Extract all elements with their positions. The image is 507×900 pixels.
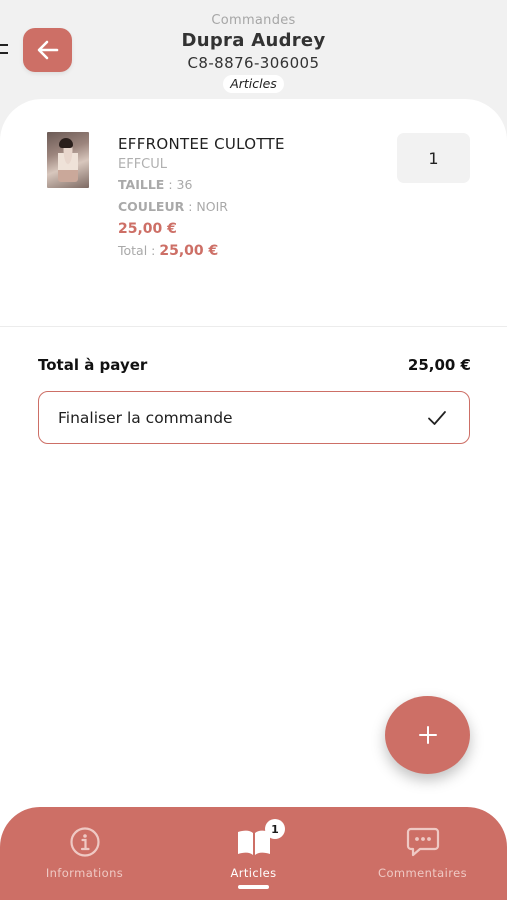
color-value: NOIR xyxy=(196,199,228,214)
tab-articles-label: Articles xyxy=(230,866,277,880)
check-icon xyxy=(428,410,446,425)
active-tab-indicator xyxy=(238,885,269,889)
add-article-button[interactable] xyxy=(385,696,470,774)
product-info: EFFRONTEE CULOTTE EFFCUL TAILLE : 36 COU… xyxy=(118,134,285,262)
product-total-label: Total : xyxy=(118,243,156,258)
info-icon xyxy=(69,827,100,857)
list-item[interactable]: EFFRONTEE CULOTTE EFFCUL TAILLE : 36 COU… xyxy=(0,99,507,327)
product-title: EFFRONTEE CULOTTE xyxy=(118,135,285,153)
quantity-field[interactable]: 1 xyxy=(397,133,470,183)
chat-icon xyxy=(406,827,439,857)
finalize-label: Finaliser la commande xyxy=(58,408,233,427)
total-row: Total à payer 25,00 € xyxy=(38,356,471,374)
product-total: Total : 25,00 € xyxy=(118,240,285,262)
product-total-value: 25,00 € xyxy=(159,243,219,259)
page-header: Commandes Dupra Audrey C8-8876-306005 Ar… xyxy=(0,12,507,93)
product-image xyxy=(47,132,89,188)
customer-name: Dupra Audrey xyxy=(181,30,326,51)
product-code: EFFCUL xyxy=(118,157,168,172)
articles-count-badge: 1 xyxy=(265,819,285,839)
color-label: COULEUR xyxy=(118,199,185,214)
header-subtitle: Commandes xyxy=(211,13,296,28)
tab-informations-label: Informations xyxy=(45,866,124,880)
tab-commentaires-label: Commentaires xyxy=(378,866,467,880)
tab-informations[interactable]: Informations xyxy=(0,825,169,880)
plus-icon xyxy=(418,726,437,744)
order-reference: C8-8876-306005 xyxy=(187,54,320,72)
total-value: 25,00 € xyxy=(407,356,471,374)
product-price: 25,00 € xyxy=(118,221,177,237)
tab-articles[interactable]: 1 Articles xyxy=(169,819,338,880)
content-sheet: EFFRONTEE CULOTTE EFFCUL TAILLE : 36 COU… xyxy=(0,99,507,900)
section-chip: Articles xyxy=(223,75,284,93)
finalize-order-button[interactable]: Finaliser la commande xyxy=(38,391,470,444)
tab-commentaires[interactable]: Commentaires xyxy=(338,825,507,880)
product-color: COULEUR : NOIR xyxy=(118,199,228,214)
size-value: 36 xyxy=(176,177,193,192)
bottom-nav: Informations 1 Articles Commentaires xyxy=(0,807,507,900)
size-label: TAILLE xyxy=(118,177,165,192)
product-size: TAILLE : 36 xyxy=(118,177,193,192)
total-label: Total à payer xyxy=(38,356,148,374)
